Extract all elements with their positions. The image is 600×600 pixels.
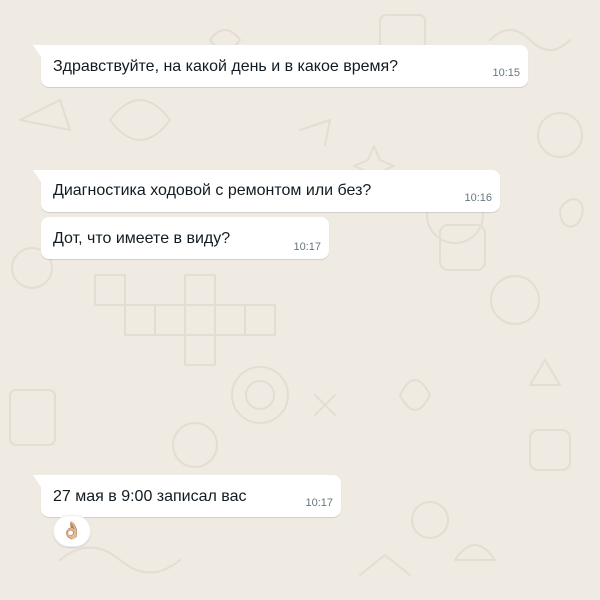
- chat-panel: Здравствуйте, на какой день и в какое вр…: [0, 0, 600, 600]
- message-time: 10:17: [305, 497, 333, 509]
- message-text: Здравствуйте, на какой день и в какое вр…: [53, 58, 399, 75]
- message-time: 10:15: [492, 67, 520, 79]
- message-text: 27 мая в 9:00 записал вас: [53, 488, 247, 505]
- reaction-badge[interactable]: 👌🏼: [53, 515, 91, 547]
- message-text: Дот, что имеете в виду?: [53, 230, 231, 247]
- message-bubble[interactable]: 27 мая в 9:00 записал вас 10:17: [33, 475, 341, 517]
- message-text: Диагностика ходовой с ремонтом или без?: [53, 182, 372, 199]
- message-bubble[interactable]: Здравствуйте, на какой день и в какое вр…: [33, 45, 528, 87]
- message-time: 10:17: [293, 241, 321, 253]
- message-bubble[interactable]: Диагностика ходовой с ремонтом или без? …: [33, 170, 500, 212]
- message-time: 10:16: [464, 192, 492, 204]
- ok-hand-emoji-icon: 👌🏼: [61, 521, 83, 540]
- message-bubble[interactable]: Дот, что имеете в виду? 10:17: [41, 217, 329, 259]
